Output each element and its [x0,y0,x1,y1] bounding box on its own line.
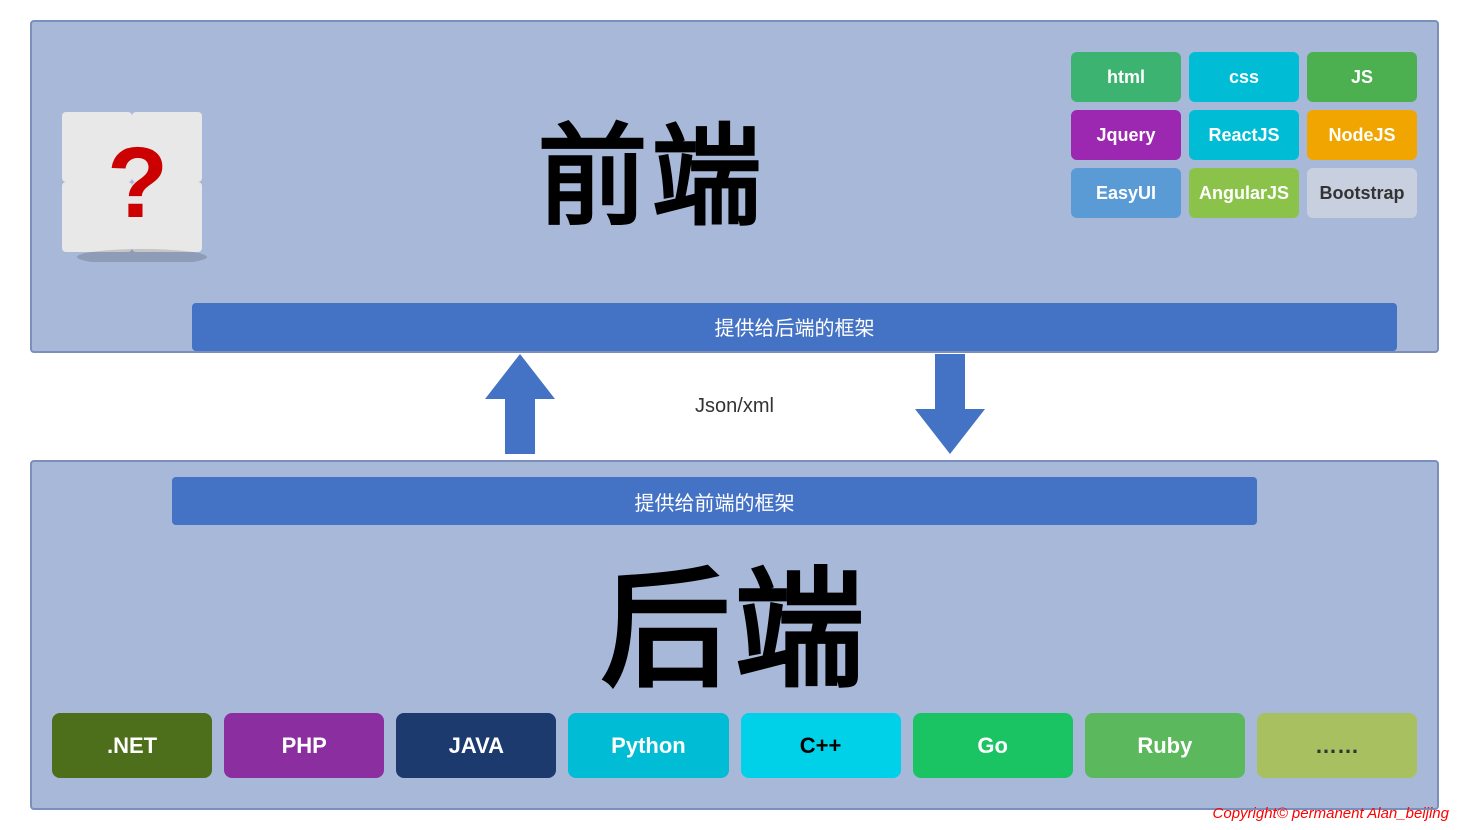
badge-nodejs: NodeJS [1307,110,1417,160]
question-image: ? [52,72,232,262]
main-container: ? 前端 html css JS Jquery ReactJS NodeJS E… [0,0,1469,830]
backend-badges: .NET PHP JAVA Python C++ Go Ruby …… [52,713,1417,788]
badge-easyui: EasyUI [1071,168,1181,218]
arrow-up [485,354,555,459]
json-xml-label: Json/xml [695,395,774,418]
badge-angularjs: AngularJS [1189,168,1299,218]
frontend-badges: html css JS Jquery ReactJS NodeJS EasyUI… [1071,52,1417,218]
frontend-framework-bar: 提供给后端的框架 [192,303,1397,351]
frontend-top: ? 前端 html css JS Jquery ReactJS NodeJS E… [52,42,1417,293]
svg-text:?: ? [107,127,168,239]
badge-php: PHP [224,713,384,778]
badge-cpp: C++ [741,713,901,778]
frontend-title: 前端 [232,87,1071,247]
badge-jquery: Jquery [1071,110,1181,160]
copyright: Copyright© permanent Alan_beijing [1213,805,1449,822]
backend-framework-bar: 提供给前端的框架 [172,477,1257,525]
badge-java: JAVA [396,713,556,778]
badge-ruby: Ruby [1085,713,1245,778]
badge-bootstrap: Bootstrap [1307,168,1417,218]
badge-js: JS [1307,52,1417,102]
backend-title: 后端 [52,525,1417,713]
arrow-down [915,354,985,459]
badge-python: Python [568,713,728,778]
frontend-box: ? 前端 html css JS Jquery ReactJS NodeJS E… [30,20,1439,353]
badge-html: html [1071,52,1181,102]
backend-title-text: 后端 [600,525,868,713]
badge-dotnet: .NET [52,713,212,778]
badge-css: css [1189,52,1299,102]
frontend-title-text: 前端 [538,87,766,247]
backend-box: 提供给前端的框架 后端 .NET PHP JAVA Python C++ Go … [30,460,1439,810]
arrows-area: Json/xml [30,353,1439,460]
badge-go: Go [913,713,1073,778]
badge-more: …… [1257,713,1417,778]
badge-reactjs: ReactJS [1189,110,1299,160]
